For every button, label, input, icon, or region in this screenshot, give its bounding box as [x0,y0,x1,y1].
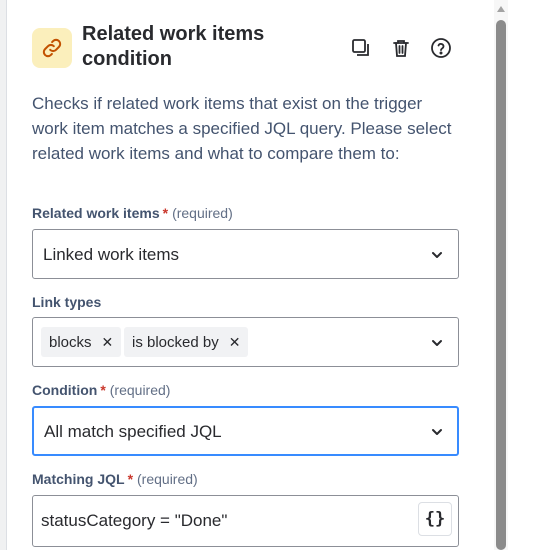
jql-editor-button[interactable]: {} [418,502,452,536]
matching-jql-input[interactable]: statusCategory = "Done" {} [32,495,459,547]
link-icon [32,28,72,68]
condition-panel: Related work items condition Checks if r… [0,0,490,550]
condition-label: Condition * (required) [32,382,171,398]
delete-icon [393,40,409,57]
duplicate-button[interactable] [349,36,373,60]
link-types-select[interactable]: blocks ✕ is blocked by ✕ [32,317,459,367]
chevron-down-icon [432,340,442,346]
related-items-value: Linked work items [43,245,180,264]
delete-button[interactable] [389,36,413,60]
chip-label: is blocked by [132,333,219,351]
jql-value: statusCategory = "Done" [41,511,228,530]
help-icon [431,38,451,58]
duplicate-icon [352,39,369,56]
remove-chip-icon[interactable]: ✕ [229,334,241,351]
help-button[interactable] [429,36,453,60]
condition-description: Checks if related work items that exist … [32,94,452,163]
scroll-up-icon[interactable] [497,6,505,12]
related-items-select[interactable]: Linked work items [32,229,459,279]
link-types-label: Link types [32,294,102,310]
matching-jql-label: Matching JQL * (required) [32,471,198,487]
chip-label: blocks [49,333,92,351]
scrollbar[interactable] [494,0,508,550]
chip-blocks: blocks ✕ [41,327,122,357]
chip-is-blocked-by: is blocked by ✕ [124,327,249,357]
panel-title: Related work items condition [82,23,265,70]
condition-select[interactable]: All match specified JQL [32,406,459,456]
remove-chip-icon[interactable]: ✕ [102,334,114,351]
chevron-down-icon [432,252,442,258]
panel-edge [0,0,7,550]
chevron-down-icon [432,429,442,435]
related-items-label: Related work items * (required) [32,205,233,221]
scrollbar-thumb[interactable] [496,20,506,550]
condition-value: All match specified JQL [44,422,222,441]
